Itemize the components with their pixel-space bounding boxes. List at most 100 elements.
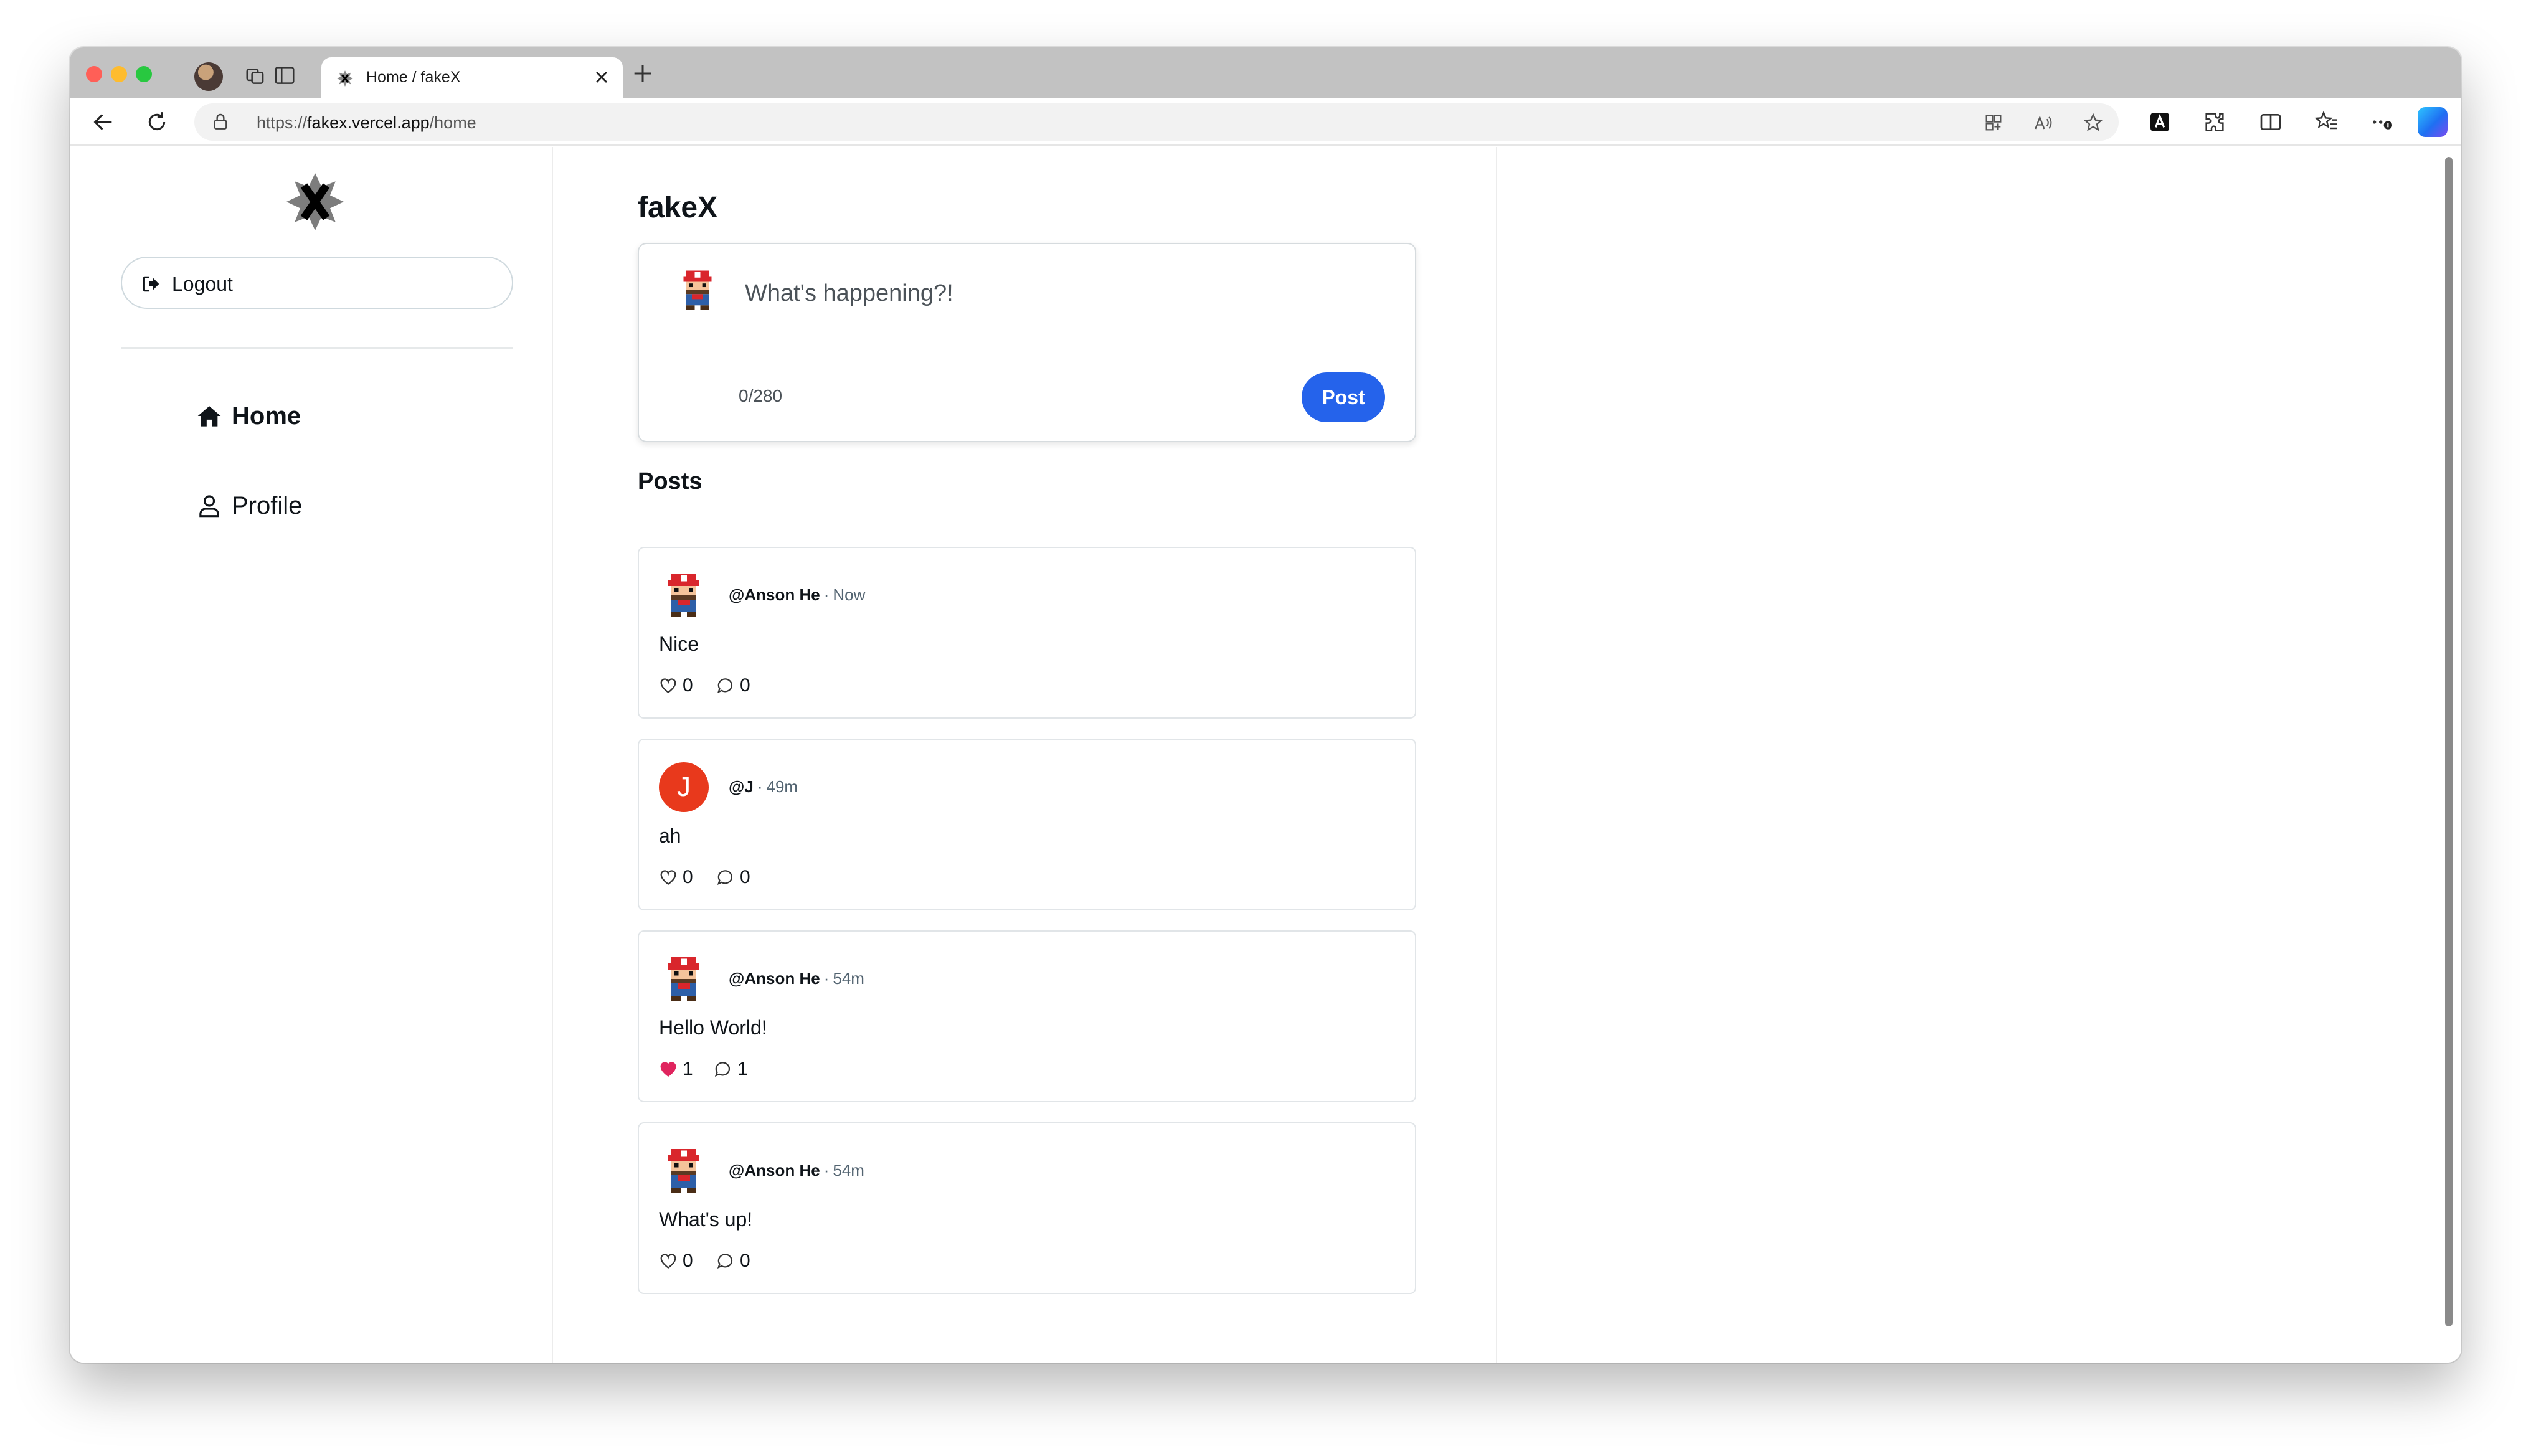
extension-a-icon[interactable]: [2147, 110, 2172, 135]
post-time: 54m: [833, 969, 864, 988]
page-scrollbar[interactable]: [2445, 157, 2453, 1326]
like-button[interactable]: 1: [659, 1056, 696, 1081]
new-tab-icon[interactable]: [630, 61, 655, 86]
sidebar-divider: [121, 347, 513, 349]
tab-strip: Home / fakeX: [70, 47, 2461, 98]
minimize-window-button[interactable]: [111, 66, 127, 82]
left-column-divider: [552, 147, 553, 1363]
logout-icon: [143, 276, 159, 292]
sidebar-item-home[interactable]: Home: [197, 396, 334, 433]
active-tab[interactable]: Home / fakeX: [321, 57, 623, 98]
page-viewport: Logout Home Profile fakeX What's happeni…: [76, 147, 2455, 1363]
like-button[interactable]: 0: [659, 673, 696, 697]
user-icon: [199, 495, 219, 518]
close-tab-icon[interactable]: [592, 67, 612, 87]
close-window-button[interactable]: [86, 66, 102, 82]
post-meta: @Anson He · 54m: [729, 1161, 864, 1180]
post-meta: @Anson He · 54m: [729, 969, 864, 988]
post-composer: 0/280 Post: [638, 243, 1416, 442]
comment-icon: [717, 870, 733, 886]
comment-icon: [717, 678, 733, 694]
comment-button[interactable]: 0: [716, 673, 754, 697]
post-card[interactable]: J @J · 49m ah 0 0: [638, 739, 1416, 910]
favorite-star-icon[interactable]: [2083, 112, 2104, 133]
comment-count: 0: [740, 675, 750, 696]
logout-button[interactable]: Logout: [121, 257, 513, 309]
post-text: Hello World!: [659, 1016, 767, 1039]
url-text: https://fakex.vercel.app/home: [257, 113, 476, 132]
tab-title: Home / fakeX: [366, 69, 461, 86]
browser-toolbar: https://fakex.vercel.app/home: [70, 98, 2461, 146]
avatar[interactable]: [659, 954, 709, 1004]
comment-count: 0: [740, 1250, 750, 1271]
heart-icon: [660, 870, 676, 885]
copilot-icon[interactable]: [2418, 107, 2448, 137]
zoom-window-button[interactable]: [136, 66, 152, 82]
split-screen-icon[interactable]: [2258, 110, 2283, 135]
posts-heading: Posts: [638, 468, 703, 494]
workspaces-icon[interactable]: [244, 64, 268, 87]
character-counter: 0/280: [739, 386, 783, 405]
post-separator: ·: [823, 585, 830, 604]
avatar[interactable]: [659, 1146, 709, 1196]
comment-icon: [714, 1062, 731, 1077]
page-title: fakeX: [638, 191, 718, 224]
sidebar-item-profile[interactable]: Profile: [197, 486, 334, 523]
comment-icon: [717, 1254, 733, 1269]
like-count: 0: [683, 1250, 693, 1271]
comment-button[interactable]: 0: [716, 1248, 754, 1273]
more-menu-icon[interactable]: [2370, 110, 2395, 135]
post-author[interactable]: @Anson He: [729, 969, 820, 988]
comment-count: 1: [737, 1059, 748, 1079]
vertical-tabs-icon[interactable]: [273, 64, 296, 87]
post-separator: ·: [823, 1161, 830, 1179]
lock-icon[interactable]: [211, 112, 230, 132]
like-button[interactable]: 0: [659, 864, 696, 889]
post-time: 54m: [833, 1161, 864, 1179]
like-count: 0: [683, 867, 693, 887]
address-bar[interactable]: https://fakex.vercel.app/home: [194, 103, 2119, 141]
browser-profile-avatar[interactable]: [194, 62, 223, 91]
post-separator: ·: [757, 777, 763, 796]
reload-icon[interactable]: [144, 110, 169, 135]
comment-count: 0: [740, 867, 750, 887]
post-text: What's up!: [659, 1208, 753, 1231]
like-count: 0: [683, 675, 693, 696]
read-aloud-icon[interactable]: [2033, 112, 2054, 133]
heart-filled-icon: [660, 1062, 676, 1077]
back-arrow-icon[interactable]: [91, 110, 116, 135]
avatar[interactable]: J: [659, 762, 709, 812]
compose-post-input[interactable]: [745, 272, 1368, 315]
fakex-favicon-icon: [337, 70, 353, 87]
comment-button[interactable]: 0: [716, 864, 754, 889]
post-time: 49m: [766, 777, 798, 796]
post-separator: ·: [823, 969, 830, 988]
like-count: 1: [683, 1059, 693, 1079]
post-meta: @J · 49m: [729, 777, 798, 797]
post-card[interactable]: @Anson He · Now Nice 0 0: [638, 547, 1416, 719]
comment-button[interactable]: 1: [714, 1056, 751, 1081]
post-author[interactable]: @Anson He: [729, 585, 820, 604]
post-author[interactable]: @Anson He: [729, 1161, 820, 1179]
avatar[interactable]: [675, 268, 720, 313]
post-author[interactable]: @J: [729, 777, 754, 796]
post-button[interactable]: Post: [1302, 372, 1385, 422]
extensions-puzzle-icon[interactable]: [2202, 110, 2227, 135]
right-column-divider: [1496, 147, 1497, 1363]
heart-icon: [660, 678, 676, 693]
app-available-icon[interactable]: [1983, 112, 2004, 133]
post-card[interactable]: @Anson He · 54m Hello World! 1 1: [638, 930, 1416, 1102]
like-button[interactable]: 0: [659, 1248, 696, 1273]
post-meta: @Anson He · Now: [729, 585, 865, 605]
fakex-logo-icon[interactable]: [285, 172, 345, 232]
heart-icon: [660, 1254, 676, 1269]
home-icon: [197, 406, 221, 427]
browser-window: Home / fakeX https://fakex.vercel.app/ho…: [70, 47, 2461, 1363]
post-time: Now: [833, 585, 866, 604]
post-text: Nice: [659, 633, 699, 655]
sidebar-item-label: Profile: [232, 492, 303, 519]
sidebar-item-label: Home: [232, 402, 301, 430]
favorites-list-icon[interactable]: [2314, 110, 2339, 135]
avatar[interactable]: [659, 570, 709, 620]
post-card[interactable]: @Anson He · 54m What's up! 0 0: [638, 1122, 1416, 1294]
